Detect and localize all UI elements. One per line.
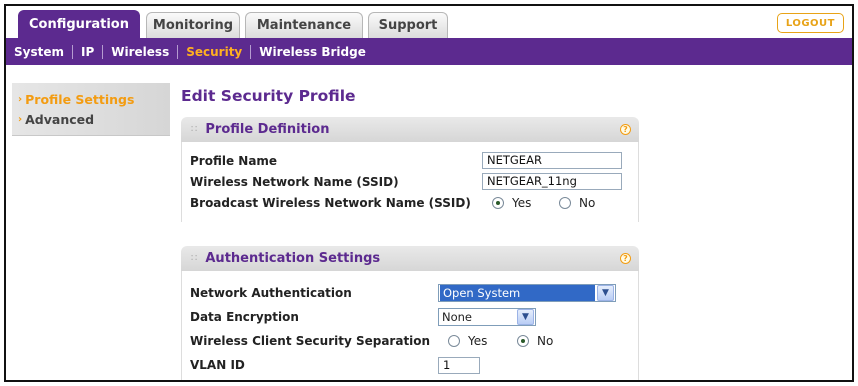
radio-selected-icon [517,335,529,347]
chevron-down-icon[interactable]: ▼ [597,285,614,301]
help-icon[interactable]: ? [620,253,631,264]
data-encryption-label: Data Encryption [190,310,299,324]
chevron-right-icon: › [18,93,23,105]
authentication-settings-section: ∷ Authentication Settings ? Network Auth… [181,246,639,380]
broadcast-no-radio[interactable]: No [559,196,595,210]
side-navigation: › Profile Settings › Advanced [12,83,170,136]
vlan-id-label: VLAN ID [190,358,245,372]
radio-label: No [579,195,596,210]
vlan-id-row: VLAN ID 1 [190,353,638,377]
data-encryption-row: Data Encryption None ▼ [190,305,638,329]
profile-name-row: Profile Name NETGEAR [190,150,638,171]
sidenav-profile-settings[interactable]: › Profile Settings [12,89,170,109]
section-body: Profile Name NETGEAR Wireless Network Na… [181,142,639,222]
section-header: ∷ Profile Definition ? [181,117,639,142]
profile-definition-section: ∷ Profile Definition ? Profile Name NETG… [181,117,639,222]
select-value: None [442,310,473,324]
grip-icon: ∷ [191,124,198,135]
broadcast-yes-radio[interactable]: Yes [492,196,531,210]
radio-label: No [537,334,554,348]
client-separation-row: Wireless Client Security Separation Yes … [190,329,638,353]
select-value: Open System [440,285,595,301]
ssid-row: Wireless Network Name (SSID) NETGEAR_11n… [190,171,638,192]
logout-button[interactable]: LOGOUT [776,13,844,33]
page-title: Edit Security Profile [181,87,356,105]
sidenav-advanced[interactable]: › Advanced [12,109,170,129]
ssid-label: Wireless Network Name (SSID) [190,174,399,189]
radio-selected-icon [492,196,504,209]
main-tab-bar: Configuration Monitoring Maintenance Sup… [6,6,852,38]
profile-name-label: Profile Name [190,153,278,168]
radio-label: Yes [468,334,488,348]
data-encryption-select[interactable]: None ▼ [438,308,536,326]
section-title: Authentication Settings [205,251,381,266]
separation-yes-radio[interactable]: Yes [448,334,487,348]
vlan-id-input[interactable]: 1 [438,356,480,374]
client-separation-label: Wireless Client Security Separation [190,334,431,348]
profile-name-input[interactable]: NETGEAR [482,152,622,169]
subnav-separator [102,44,104,59]
tab-support[interactable]: Support [368,12,448,38]
tab-monitoring[interactable]: Monitoring [146,12,240,38]
subnav-wireless-bridge[interactable]: Wireless Bridge [259,45,366,59]
radio-unselected-icon [559,196,571,209]
broadcast-ssid-row: Broadcast Wireless Network Name (SSID) Y… [190,192,638,213]
subnav-ip[interactable]: IP [81,45,94,59]
section-header: ∷ Authentication Settings ? [181,246,639,271]
sub-navigation: System IP Wireless Security Wireless Bri… [6,38,852,65]
sidenav-item-label: Profile Settings [25,91,135,107]
subnav-security[interactable]: Security [186,45,242,59]
radio-label: Yes [512,195,532,210]
tab-configuration[interactable]: Configuration [18,10,140,38]
broadcast-ssid-label: Broadcast Wireless Network Name (SSID) [190,195,471,210]
grip-icon: ∷ [191,253,198,264]
subnav-system[interactable]: System [14,45,64,59]
separation-no-radio[interactable]: No [517,334,553,348]
chevron-right-icon: › [18,113,23,125]
radio-unselected-icon [448,335,460,347]
tab-maintenance[interactable]: Maintenance [245,12,363,38]
subnav-separator [72,44,73,59]
help-icon[interactable]: ? [620,124,631,135]
chevron-down-icon[interactable]: ▼ [517,309,534,325]
router-admin-window: Configuration Monitoring Maintenance Sup… [4,4,854,382]
network-auth-select[interactable]: Open System ▼ [438,284,616,302]
subnav-separator [250,44,252,59]
sidenav-item-label: Advanced [25,111,95,127]
network-auth-label: Network Authentication [190,286,352,300]
ssid-input[interactable]: NETGEAR_11ng [482,173,622,190]
section-title: Profile Definition [205,122,330,137]
subnav-wireless[interactable]: Wireless [111,45,169,59]
network-auth-row: Network Authentication Open System ▼ [190,281,638,305]
section-body: Network Authentication Open System ▼ Dat… [181,271,639,380]
subnav-separator [177,44,179,59]
